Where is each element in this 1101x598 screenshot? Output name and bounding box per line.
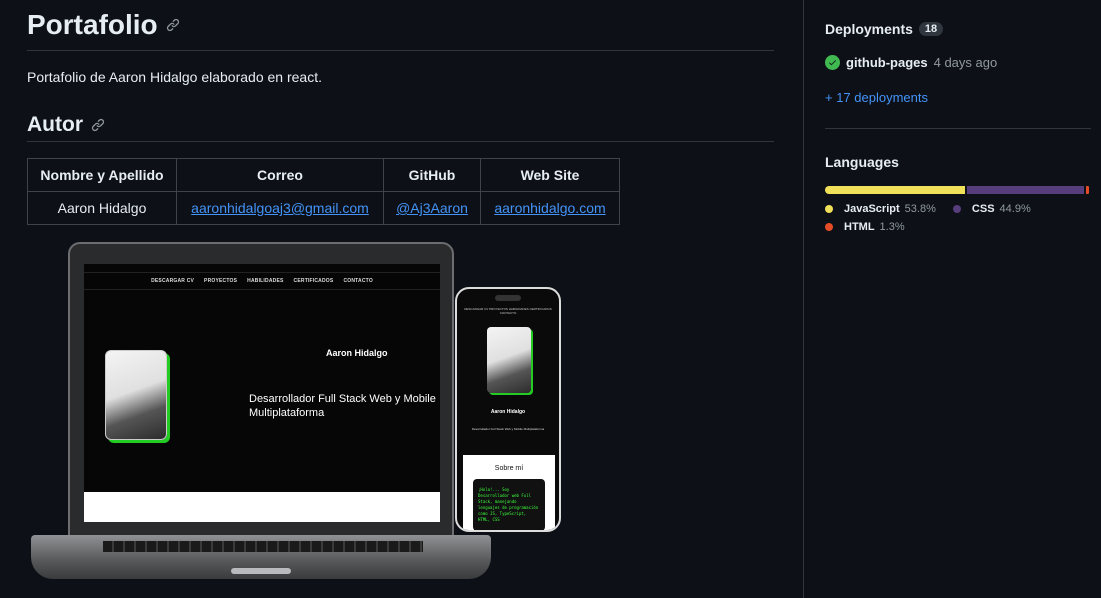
language-name: JavaScript xyxy=(844,203,900,215)
phone-island xyxy=(495,295,521,301)
phone-mockup: DESCARGAR CV PROYECTOS HABILIDADES CERTI… xyxy=(455,287,561,532)
mockup-role: Desarrollador Full Stack Web y Mobile Mu… xyxy=(249,393,436,419)
language-percent: 53.8% xyxy=(904,203,936,215)
table-header: Correo xyxy=(176,158,384,192)
language-name: HTML xyxy=(844,221,875,233)
laptop-base xyxy=(31,535,491,579)
nav-item: CONTACTO xyxy=(499,311,517,315)
language-color-dot xyxy=(952,205,961,213)
nav-item: CONTACTO xyxy=(343,278,373,284)
anchor-link-icon[interactable] xyxy=(91,118,105,132)
languages-bar xyxy=(825,186,1091,194)
autor-heading: Autor xyxy=(27,108,774,142)
language-item-html[interactable]: HTML 1.3% xyxy=(825,221,905,233)
sidebar-section-divider xyxy=(825,128,1091,129)
laptop-lid: DESCARGAR CV PROYECTOS HABILIDADES CERTI… xyxy=(68,242,454,540)
nav-item: DESCARGAR CV xyxy=(464,307,489,311)
deployments-title[interactable]: Deployments xyxy=(825,21,913,37)
portfolio-mockup-image: DESCARGAR CV PROYECTOS HABILIDADES CERTI… xyxy=(27,240,567,585)
languages-title: Languages xyxy=(825,154,899,170)
readme-title-heading: Portafolio xyxy=(27,0,774,51)
website-link[interactable]: aaronhidalgo.com xyxy=(494,200,605,216)
language-percent: 1.3% xyxy=(879,221,905,233)
nav-item: DESCARGAR CV xyxy=(151,278,195,284)
laptop-notch xyxy=(231,568,291,574)
phone-nav: DESCARGAR CV PROYECTOS HABILIDADES CERTI… xyxy=(457,307,559,315)
laptop-nav: DESCARGAR CV PROYECTOS HABILIDADES CERTI… xyxy=(84,272,440,290)
autor-title: Autor xyxy=(27,112,83,136)
table-header: Nombre y Apellido xyxy=(27,158,177,192)
anchor-link-icon[interactable] xyxy=(166,18,180,32)
laptop-white-section xyxy=(84,492,440,522)
code-block: ¡Hola!... Soy Desarrollador web Full Sta… xyxy=(473,479,545,530)
language-name: CSS xyxy=(971,203,995,215)
language-color-dot xyxy=(825,223,833,231)
language-item-css[interactable]: CSS 44.9% xyxy=(952,203,1031,215)
readme-title: Portafolio xyxy=(27,9,158,40)
table-header-row: Nombre y Apellido Correo GitHub Web Site xyxy=(27,158,620,192)
language-percent: 44.9% xyxy=(999,203,1031,215)
languages-heading: Languages xyxy=(825,154,899,170)
github-link[interactable]: @Aj3Aaron xyxy=(396,200,468,216)
autor-table: Nombre y Apellido Correo GitHub Web Site… xyxy=(27,158,620,225)
more-deployments-link[interactable]: + 17 deployments xyxy=(825,90,928,105)
language-bar-segment-html[interactable] xyxy=(1085,186,1089,194)
nav-item: CERTIFICADOS xyxy=(529,307,552,311)
nav-item: PROYECTOS xyxy=(204,278,238,284)
table-cell-email: aaronhidalgoaj3@gmail.com xyxy=(176,191,384,225)
deployment-item[interactable]: github-pages 4 days ago xyxy=(825,55,997,70)
laptop-screen: DESCARGAR CV PROYECTOS HABILIDADES CERTI… xyxy=(84,264,440,522)
language-color-dot xyxy=(825,205,833,213)
phone-white-section: Sobre mí ¡Hola!... Soy Desarrollador web… xyxy=(463,455,555,530)
table-cell-website: aaronhidalgo.com xyxy=(480,191,620,225)
mockup-name: Aaron Hidalgo xyxy=(326,348,388,358)
sobre-mi-title: Sobre mí xyxy=(494,465,524,472)
table-header: GitHub xyxy=(383,158,481,192)
languages-list: JavaScript 53.8% CSS 44.9% HTML 1.3% xyxy=(825,203,1091,239)
table-cell-name: Aaron Hidalgo xyxy=(27,191,177,225)
laptop-keyboard xyxy=(103,541,423,552)
email-link[interactable]: aaronhidalgoaj3@gmail.com xyxy=(191,200,369,216)
deployments-heading[interactable]: Deployments 18 xyxy=(825,21,944,37)
profile-photo xyxy=(487,327,531,393)
nav-item: HABILIDADES xyxy=(247,278,284,284)
readme-description: Portafolio de Aaron Hidalgo elaborado en… xyxy=(27,69,322,85)
deployments-count-badge: 18 xyxy=(918,22,944,36)
table-row: Aaron Hidalgo aaronhidalgoaj3@gmail.com … xyxy=(27,191,620,225)
table-header: Web Site xyxy=(480,158,620,192)
readme-content: Portafolio Portafolio de Aaron Hidalgo e… xyxy=(27,0,774,598)
table-cell-github: @Aj3Aaron xyxy=(383,191,481,225)
language-bar-segment-javascript[interactable] xyxy=(825,186,965,194)
nav-item: CERTIFICADOS xyxy=(293,278,334,284)
profile-photo xyxy=(105,350,167,440)
sidebar-divider xyxy=(803,0,804,598)
language-bar-segment-css[interactable] xyxy=(966,186,1084,194)
mockup-name: Aaron Hidalgo xyxy=(490,409,526,415)
mockup-role: Desarrollador Full Stack Web y Mobile Mu… xyxy=(471,427,545,431)
deployment-time: 4 days ago xyxy=(933,55,998,70)
check-circle-icon xyxy=(825,55,840,70)
language-item-javascript[interactable]: JavaScript 53.8% xyxy=(825,203,936,215)
deployment-env-link[interactable]: github-pages xyxy=(846,55,928,70)
